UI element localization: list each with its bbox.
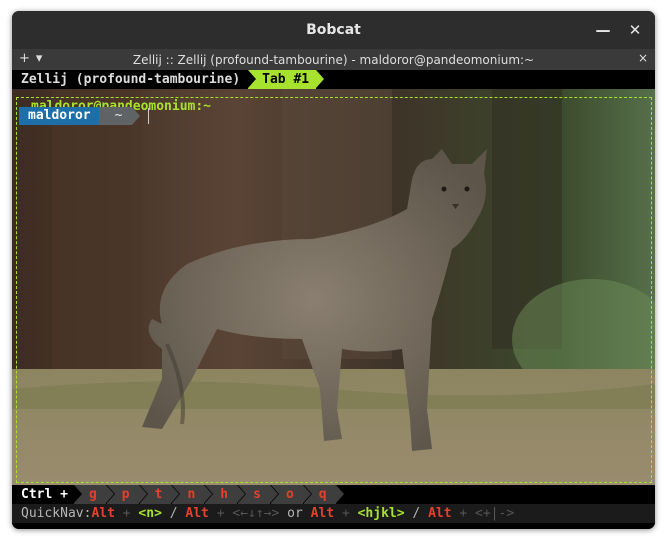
tab-title[interactable]: Zellij :: Zellij (profound-tambourine) -… (133, 53, 534, 67)
tab-controls: +▾ (19, 51, 48, 66)
zellij-tab-1[interactable]: Tab #1 (248, 70, 325, 89)
quicknav-slash: / (161, 506, 186, 521)
quicknav-alt: Alt (185, 506, 209, 521)
quicknav-alt: Alt (428, 506, 452, 521)
quicknav-key-n: <n> (138, 506, 162, 521)
pane-frame: maldoror@pandeomonium:~ (16, 97, 652, 483)
tab-bar: +▾ Zellij :: Zellij (profound-tambourine… (12, 49, 655, 70)
close-icon[interactable]: ✕ (626, 21, 644, 39)
prompt-dir: ~ (98, 107, 141, 125)
quicknav-plus: + (208, 506, 233, 521)
tab-menu-dropdown[interactable]: ▾ (36, 51, 49, 66)
tab-close-icon[interactable]: × (638, 51, 648, 65)
window-title: Bobcat (306, 22, 361, 38)
terminal-window: Bobcat — ✕ +▾ Zellij :: Zellij (profound… (12, 11, 655, 529)
zellij-pane[interactable]: maldoror@pandeomonium:~ maldoror ~ (12, 89, 655, 485)
quicknav-hint: QuickNav: Alt + <n> / Alt + <←↓↑→> or Al… (12, 504, 655, 523)
quicknav-key-hjkl: <hjkl> (357, 506, 405, 521)
terminal-area[interactable]: Zellij (profound-tambourine) Tab #1 mald… (12, 70, 655, 529)
zellij-session-name: Zellij (profound-tambourine) (21, 72, 241, 87)
new-tab-button[interactable]: + (19, 51, 36, 66)
prompt-user: maldoror (19, 107, 107, 125)
minimize-icon[interactable]: — (594, 21, 612, 39)
shell-prompt: maldoror ~ (19, 107, 150, 125)
quicknav-plus: + (114, 506, 139, 521)
quicknav-alt: Alt (91, 506, 115, 521)
quicknav-plus: + (451, 506, 476, 521)
quicknav-key-arrows: <←↓↑→> (232, 506, 280, 521)
quicknav-label: QuickNav: (21, 506, 92, 521)
ctrl-label: Ctrl + (21, 487, 68, 502)
quicknav-alt: Alt (310, 506, 335, 521)
quicknav-key-resize: <+|-> (475, 506, 515, 521)
zellij-tab-bar: Zellij (profound-tambourine) Tab #1 (12, 70, 655, 89)
zellij-keybind-bar: Ctrl + g p t n h s o q (12, 485, 655, 504)
text-cursor (148, 108, 150, 124)
quicknav-or: or (279, 506, 311, 521)
mode-key-g[interactable]: g (73, 485, 114, 504)
quicknav-slash: / (404, 506, 429, 521)
title-bar: Bobcat — ✕ (12, 11, 655, 49)
quicknav-plus: + (334, 506, 358, 521)
